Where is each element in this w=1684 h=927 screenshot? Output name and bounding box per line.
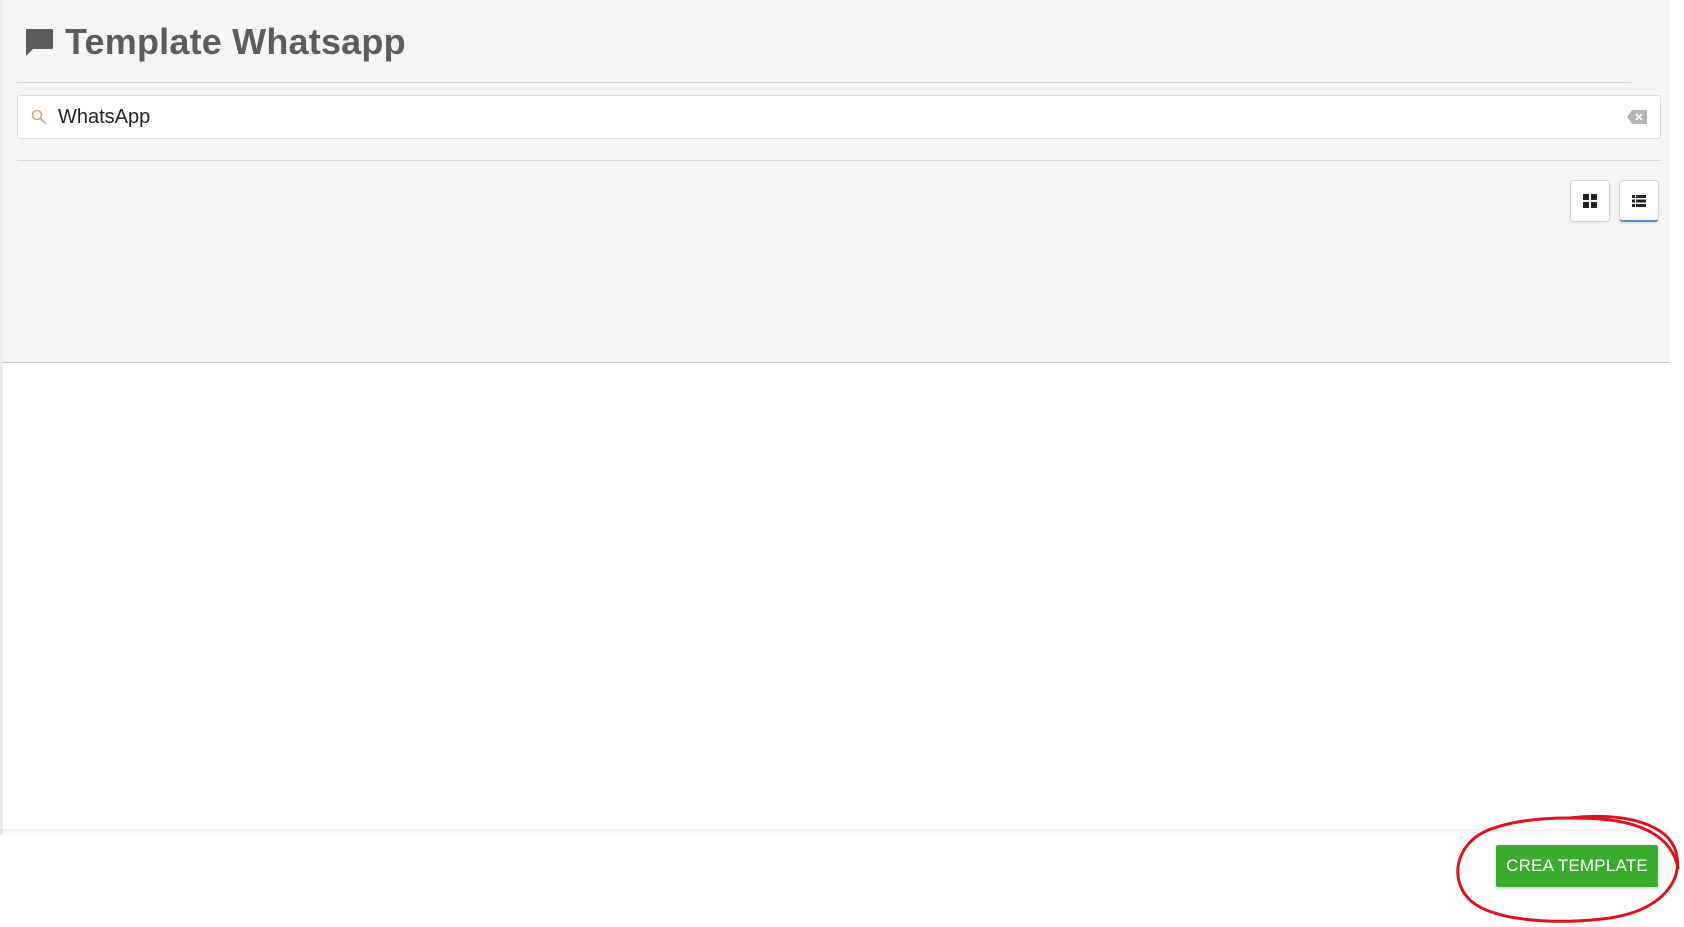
grid-view-button[interactable]: [1570, 180, 1610, 222]
search-icon: [31, 109, 46, 124]
header-divider: [17, 82, 1631, 83]
search-bar[interactable]: [17, 95, 1661, 139]
search-input[interactable]: [58, 96, 1598, 138]
page-title: Template Whatsapp: [65, 21, 406, 62]
search-divider: [17, 160, 1661, 161]
list-icon: [1632, 194, 1646, 207]
chat-bubble-icon: [26, 29, 53, 56]
backspace-clear-icon[interactable]: [1626, 109, 1648, 125]
list-view-button[interactable]: [1619, 180, 1659, 222]
create-template-button[interactable]: CREA TEMPLATE: [1496, 845, 1658, 887]
page-header: Template Whatsapp: [23, 20, 406, 64]
grid-icon: [1583, 194, 1597, 208]
template-panel: Template Whatsapp: [3, 0, 1670, 363]
scrollbar-track[interactable]: [1670, 0, 1684, 927]
footer-divider: [0, 829, 1670, 837]
